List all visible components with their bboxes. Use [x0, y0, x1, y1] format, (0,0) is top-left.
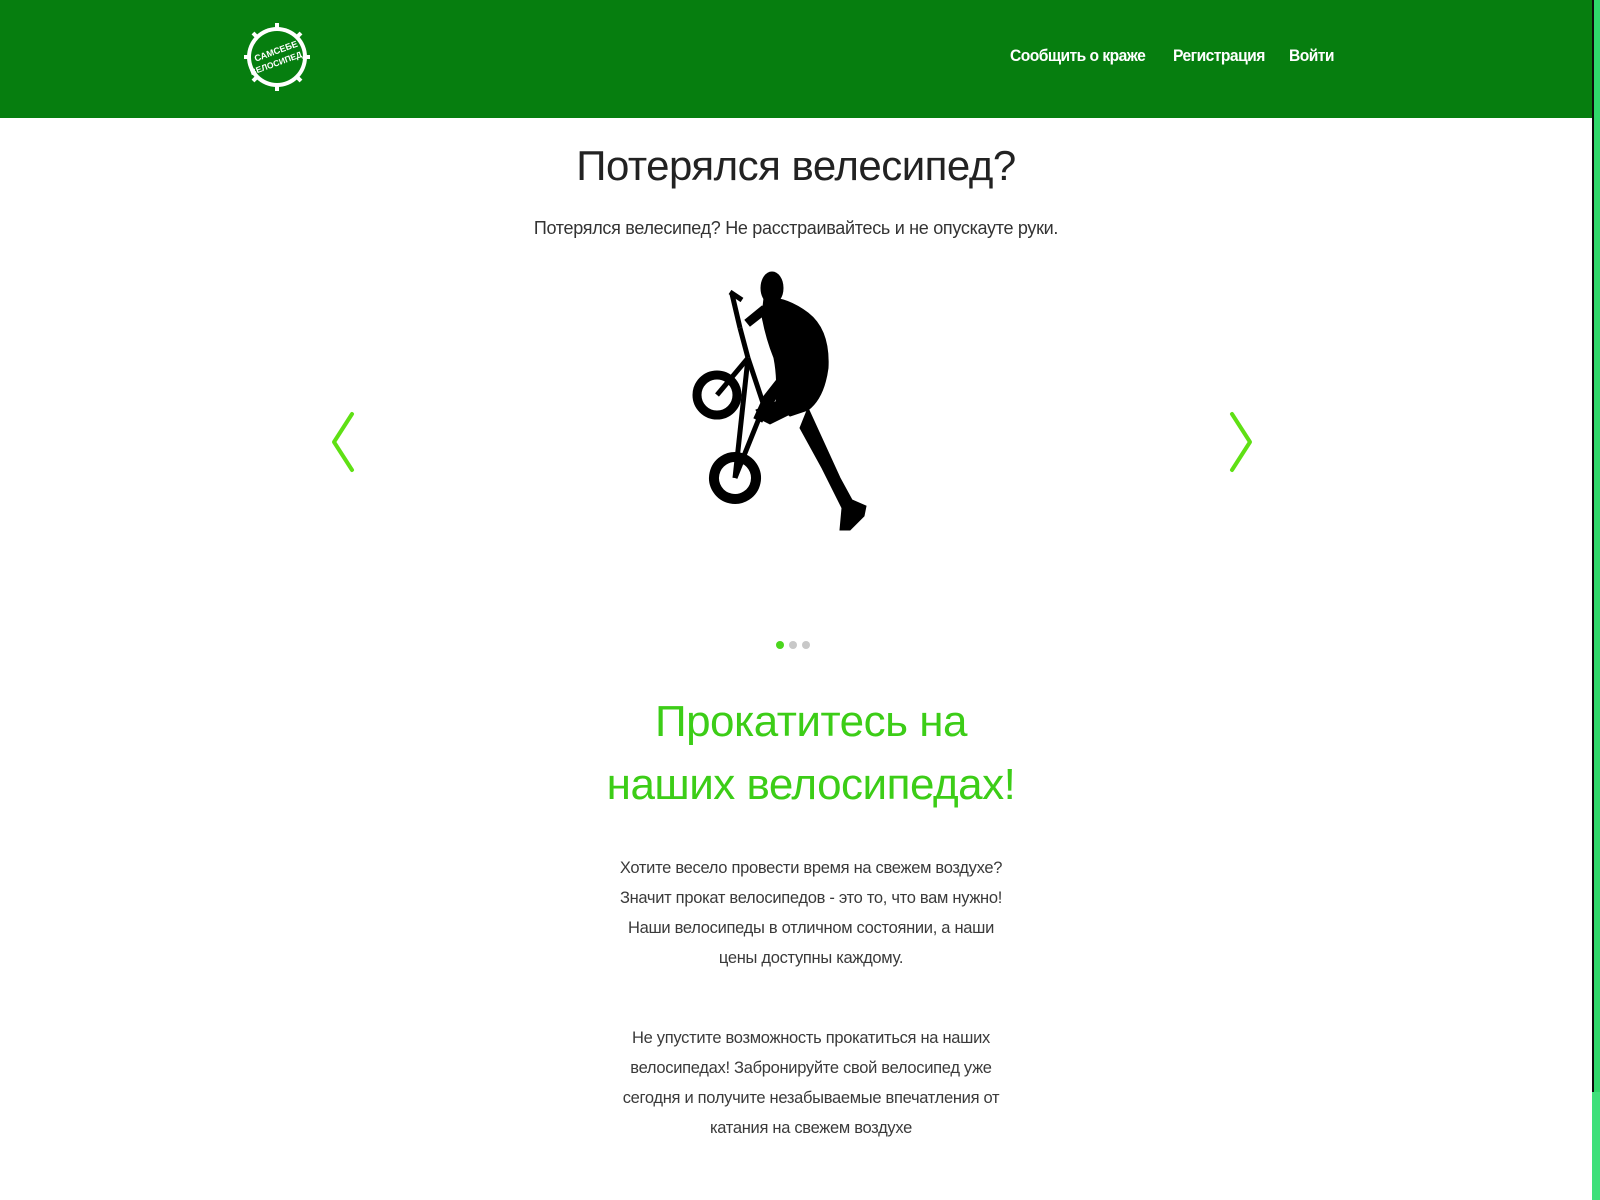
logo[interactable]: САМСЕБЕ ВЕЛОСИПЕД	[244, 17, 310, 97]
bmx-rider-silhouette-icon	[692, 271, 867, 531]
nav-register[interactable]: Регистрация	[1173, 46, 1265, 66]
carousel-dot-1[interactable]	[776, 641, 784, 649]
carousel-dot-2[interactable]	[789, 641, 797, 649]
scrollbar-thumb[interactable]	[1592, 0, 1600, 1092]
carousel-next-arrow-icon[interactable]	[1228, 410, 1262, 474]
promo-title-line-1: Прокатитесь на	[654, 697, 968, 746]
site-header: САМСЕБЕ ВЕЛОСИПЕД Сообщить о краже Регис…	[0, 0, 1592, 118]
carousel-dot-3[interactable]	[802, 641, 810, 649]
page: САМСЕБЕ ВЕЛОСИПЕД Сообщить о краже Регис…	[0, 0, 1600, 1200]
nav-login[interactable]: Войти	[1289, 46, 1335, 66]
nav-report-theft[interactable]: Сообщить о краже	[1010, 46, 1146, 66]
carousel-prev-arrow-icon[interactable]	[330, 410, 364, 474]
hero-subtitle: Потерялся велесипед? Не расстраивайтесь …	[533, 218, 1059, 238]
promo-paragraph-2: Не упустите возможность прокатиться на н…	[622, 1029, 1000, 1137]
main-nav: Сообщить о краже Регистрация Войти	[1010, 46, 1338, 66]
promo-paragraph-1: Хотите весело провести время на свежем в…	[619, 859, 1003, 967]
promo-title: Прокатитесь на наших велосипедах!	[0, 690, 1600, 816]
hero-title: Потерялся велесипед?	[576, 142, 1016, 189]
promo-title-line-2: наших велосипедах!	[606, 760, 1016, 809]
carousel-indicators	[776, 641, 810, 649]
